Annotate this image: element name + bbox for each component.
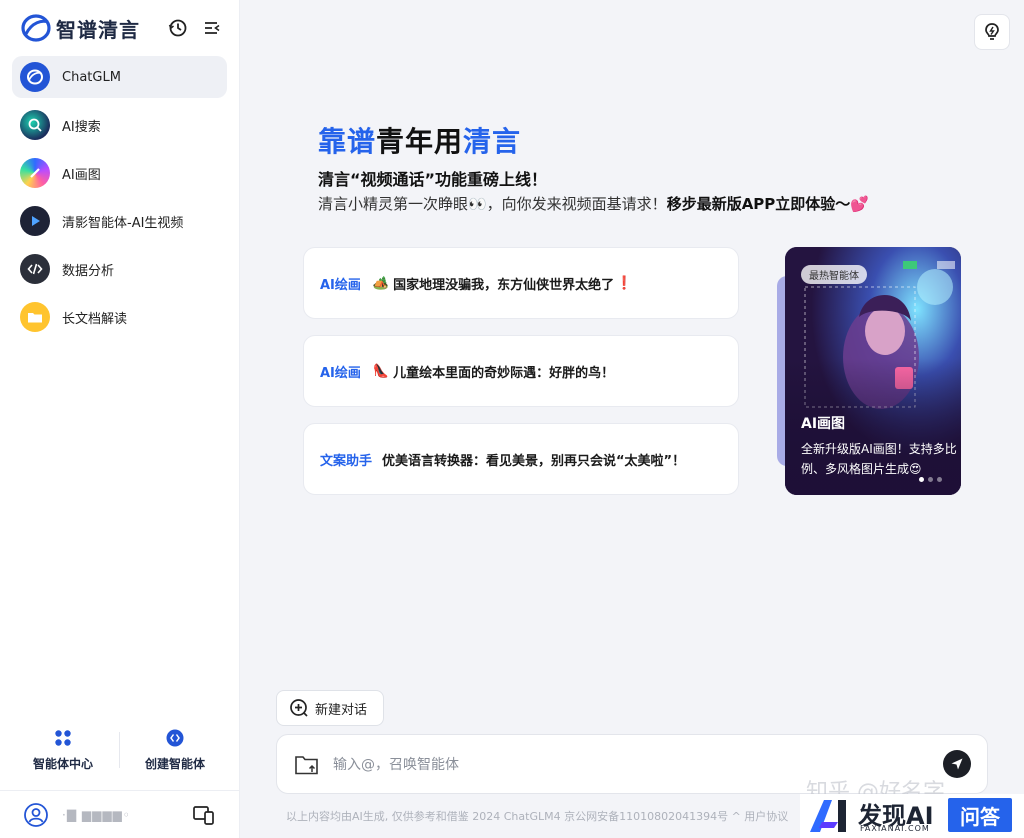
carousel-dot[interactable]: [928, 477, 933, 482]
ai-paint-icon: [20, 158, 50, 188]
send-button[interactable]: [943, 750, 971, 778]
sidebar-item-label: AI搜索: [62, 119, 101, 135]
carousel-dots: [919, 477, 942, 482]
send-icon: [951, 758, 963, 770]
collapse-sidebar-icon[interactable]: [200, 16, 224, 40]
devices-icon[interactable]: [192, 803, 216, 827]
carousel-badge: 最热智能体: [801, 265, 867, 284]
prompt-card-tag: 文案助手: [320, 453, 373, 469]
prompt-card[interactable]: AI绘画 🏕️ 国家地理没骗我，东方仙侠世界太绝了 ❗: [303, 247, 739, 319]
exclamation-emoji-icon: ❗: [616, 275, 633, 291]
sidebar-item-label: 长文档解读: [62, 311, 128, 327]
faxianai-qa-badge: 问答: [948, 798, 1012, 832]
headline-part1: 靠谱: [318, 125, 377, 158]
video-play-icon: [20, 206, 50, 236]
theme-toggle-button[interactable]: [974, 14, 1010, 50]
page-headline: 靠谱青年用清言: [318, 120, 521, 160]
carousel-desc-line: 例、多风格图片生成😍: [801, 462, 922, 476]
create-agent-label: 创建智能体: [144, 756, 205, 771]
upload-folder-icon[interactable]: [293, 751, 321, 779]
featured-carousel[interactable]: 最热智能体 AI画图 全新升级版AI画图！支持多比 例、多风格图片生成😍: [785, 247, 961, 495]
boot-emoji-icon: 👠: [372, 363, 390, 379]
user-row: ·▇ ▆▆▆▆◦: [0, 790, 240, 838]
agent-center-button[interactable]: 智能体中心: [8, 722, 118, 778]
zhipu-logo-icon: [21, 14, 51, 42]
announcement-text: 清言小精灵第一次睁眼👀，向你发来视频面基请求！移步最新版APP立即体验～💕: [318, 193, 869, 214]
heart-emoji: 💕: [850, 195, 869, 213]
footer-disclaimer: 以上内容均由AI生成, 仅供参考和借鉴 2024 ChatGLM4 京公网安备1…: [286, 810, 789, 823]
announcement-cta[interactable]: 移步最新版APP立即体验～: [667, 195, 851, 213]
sidebar: 智谱清言 ChatGLM AI搜索 AI画图 清影智能体-AI生视频 数据分析 …: [0, 0, 240, 838]
camp-emoji-icon: 🏕️: [372, 275, 390, 291]
prompt-card-text: 国家地理没骗我，东方仙侠世界太绝了: [393, 277, 615, 293]
prompt-card-text: 儿童绘本里面的奇妙际遇：好胖的鸟！: [393, 365, 615, 381]
new-chat-button[interactable]: 新建对话: [276, 690, 384, 726]
prompt-card[interactable]: 文案助手 优美语言转换器：看见美景，别再只会说“太美啦”！: [303, 423, 739, 495]
sidebar-item-label: 清影智能体-AI生视频: [62, 215, 184, 231]
headline-part2: 青年用: [376, 125, 464, 158]
user-avatar-icon[interactable]: [22, 801, 50, 829]
sidebar-nav: ChatGLM AI搜索 AI画图 清影智能体-AI生视频 数据分析 长文档解读: [12, 56, 227, 344]
prompt-card[interactable]: AI绘画 👠 儿童绘本里面的奇妙际遇：好胖的鸟！: [303, 335, 739, 407]
prompt-card-tag: AI绘画: [320, 277, 361, 293]
sidebar-bottom-actions: 智能体中心 创建智能体: [0, 722, 240, 782]
carousel-title: AI画图: [801, 416, 846, 432]
prompt-card-tag: AI绘画: [320, 365, 361, 381]
announcement-title: 清言“视频通话”功能重磅上线！: [318, 170, 548, 189]
sidebar-item-ai-search[interactable]: AI搜索: [12, 104, 227, 146]
sidebar-item-data-analysis[interactable]: 数据分析: [12, 248, 227, 290]
agent-center-label: 智能体中心: [32, 756, 93, 771]
apps-grid-icon: [55, 729, 71, 746]
ai-search-icon: [20, 110, 50, 140]
headline-part3: 清言: [463, 125, 522, 158]
carousel-dot[interactable]: [937, 477, 942, 482]
prompt-card-text: 优美语言转换器：看见美景，别再只会说“太美啦”！: [382, 453, 686, 469]
magic-bulb-icon: [985, 23, 999, 40]
faxianai-watermark: 发现AI FAXIANAI.COM 问答: [800, 794, 1024, 838]
sidebar-item-label: 数据分析: [62, 263, 115, 279]
carousel-dot[interactable]: [919, 477, 924, 482]
user-name: ·▇ ▆▆▆▆◦: [62, 808, 131, 822]
brand-name: 智谱清言: [56, 17, 140, 42]
create-agent-button[interactable]: 创建智能体: [120, 722, 230, 778]
history-icon[interactable]: [166, 16, 190, 40]
sidebar-item-long-doc[interactable]: 长文档解读: [12, 296, 227, 338]
announcement-body: 清言小精灵第一次睁眼👀，向你发来视频面基请求！: [318, 195, 667, 213]
sidebar-item-label: ChatGLM: [62, 69, 121, 85]
create-agent-icon: [166, 729, 184, 746]
new-chat-icon: [290, 699, 308, 717]
faxianai-subtitle: FAXIANAI.COM: [860, 824, 930, 833]
chatglm-logo-icon: [20, 62, 50, 92]
sidebar-item-label: AI画图: [62, 167, 101, 183]
folder-icon: [20, 302, 50, 332]
carousel-desc-line: 全新升级版AI画图！支持多比: [801, 442, 957, 456]
new-chat-label: 新建对话: [315, 702, 368, 718]
sidebar-item-ai-paint[interactable]: AI画图: [12, 152, 227, 194]
sidebar-item-video[interactable]: 清影智能体-AI生视频: [12, 200, 227, 242]
brand[interactable]: 智谱清言: [20, 12, 140, 44]
code-icon: [20, 254, 50, 284]
carousel-description: 全新升级版AI画图！支持多比 例、多风格图片生成😍: [801, 439, 961, 479]
faxianai-logo-icon: [810, 800, 846, 832]
sidebar-item-chatglm[interactable]: ChatGLM: [12, 56, 227, 98]
